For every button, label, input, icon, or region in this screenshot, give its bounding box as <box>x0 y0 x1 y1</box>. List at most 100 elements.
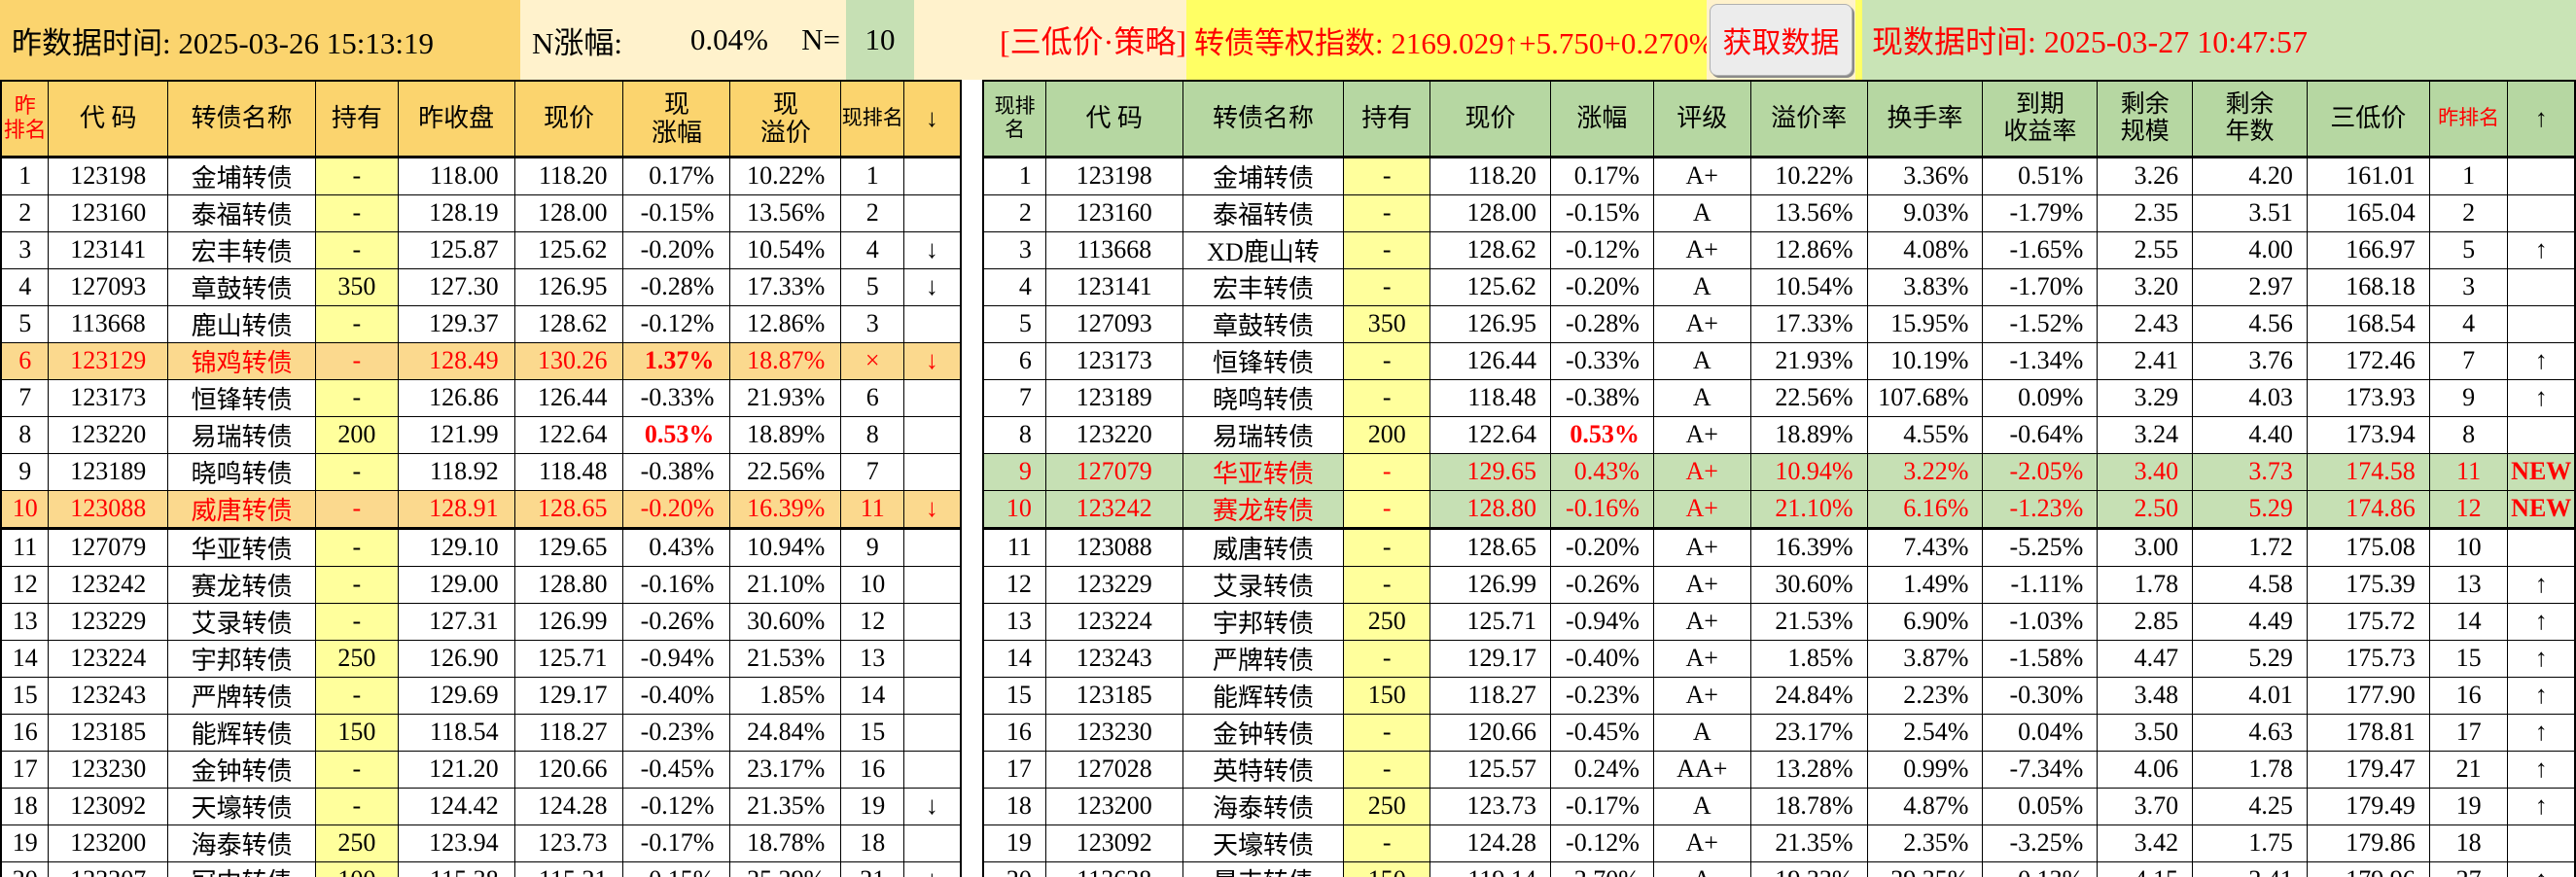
cell-rating[interactable]: A <box>1652 193 1751 232</box>
cell-prev-close[interactable]: 129.69 <box>397 676 515 715</box>
cell-current-change[interactable]: -0.15% <box>622 860 731 877</box>
cell-remaining-years[interactable]: 3.76 <box>2192 341 2308 380</box>
cell-holding[interactable]: - <box>1343 824 1431 862</box>
cell-current-rank[interactable]: 19 <box>982 824 1046 862</box>
cell-current-price[interactable]: 126.44 <box>513 378 624 417</box>
cell-yesterday-rank[interactable]: 2 <box>2428 193 2509 232</box>
cell-yesterday-rank[interactable]: 15 <box>2428 639 2509 678</box>
cell-rank-change-arrow[interactable] <box>2507 415 2576 454</box>
cell-holding[interactable]: - <box>1343 713 1431 752</box>
cell-rank-change-arrow[interactable] <box>903 639 962 678</box>
cell-rating[interactable]: A+ <box>1652 304 1751 343</box>
cell-rank-change-arrow[interactable] <box>903 676 962 715</box>
cell-current-price[interactable]: 126.95 <box>1429 304 1551 343</box>
cell-current-rank[interactable]: × <box>840 341 905 380</box>
cell-code[interactable]: 123160 <box>1044 193 1183 232</box>
cell-bond-name[interactable]: 宏丰转债 <box>167 230 316 269</box>
cell-prev-close[interactable]: 118.54 <box>397 713 515 752</box>
cell-remaining-years[interactable]: 4.40 <box>2192 415 2308 454</box>
cell-holding[interactable]: - <box>1343 489 1431 530</box>
cell-bond-name[interactable]: 天壕转债 <box>1182 824 1345 862</box>
cell-holding[interactable]: - <box>1343 341 1431 380</box>
cell-holding[interactable]: 200 <box>314 415 399 454</box>
cell-yesterday-rank[interactable]: 19 <box>2428 787 2509 825</box>
cell-yesterday-rank[interactable]: 10 <box>0 489 50 530</box>
cell-rating[interactable]: A+ <box>1652 565 1751 604</box>
cell-current-change[interactable]: -0.23% <box>622 713 731 752</box>
cell-current-change[interactable]: 0.53% <box>622 415 731 454</box>
cell-current-premium[interactable]: 24.84% <box>729 713 842 752</box>
cell-turnover-rate[interactable]: 3.83% <box>1866 267 1984 306</box>
cell-bond-name[interactable]: 赛龙转债 <box>167 565 316 604</box>
cell-change[interactable]: -0.12% <box>1549 824 1654 862</box>
cell-bond-name[interactable]: 严牌转债 <box>1182 639 1345 678</box>
cell-remaining-years[interactable]: 4.00 <box>2192 230 2308 269</box>
cell-three-low-price[interactable]: 168.54 <box>2306 304 2430 343</box>
cell-code[interactable]: 123229 <box>48 602 169 641</box>
cell-premium-rate[interactable]: 10.54% <box>1749 267 1868 306</box>
cell-current-price[interactable]: 124.28 <box>513 787 624 825</box>
cell-current-price[interactable]: 118.48 <box>513 452 624 491</box>
cell-ytm[interactable]: -1.11% <box>1982 565 2099 604</box>
cell-turnover-rate[interactable]: 4.55% <box>1866 415 1984 454</box>
cell-bond-name[interactable]: 海泰转债 <box>167 824 316 862</box>
cell-ytm[interactable]: -1.70% <box>1982 267 2099 306</box>
cell-premium-rate[interactable]: 30.60% <box>1749 565 1868 604</box>
cell-current-rank[interactable]: 8 <box>840 415 905 454</box>
cell-current-rank[interactable]: 8 <box>982 415 1046 454</box>
cell-bond-name[interactable]: 锦鸡转债 <box>167 341 316 380</box>
cell-yesterday-rank[interactable]: 11 <box>0 527 50 567</box>
cell-ytm[interactable]: 0.13% <box>1982 860 2099 877</box>
cell-code[interactable]: 127093 <box>48 267 169 306</box>
cell-current-rank[interactable]: 6 <box>982 341 1046 380</box>
cell-change[interactable]: -0.17% <box>1549 787 1654 825</box>
cell-premium-rate[interactable]: 19.33% <box>1749 860 1868 877</box>
cell-code[interactable]: 123200 <box>1044 787 1183 825</box>
cell-bond-name[interactable]: 宇邦转债 <box>167 639 316 678</box>
cell-current-rank[interactable]: 7 <box>840 452 905 491</box>
cell-rank-change-arrow[interactable] <box>2507 304 2576 343</box>
cell-rating[interactable]: A+ <box>1652 676 1751 715</box>
cell-premium-rate[interactable]: 13.28% <box>1749 750 1868 789</box>
cell-premium-rate[interactable]: 23.17% <box>1749 713 1868 752</box>
cell-rating[interactable]: A+ <box>1652 230 1751 269</box>
cell-remaining-years[interactable]: 4.63 <box>2192 713 2308 752</box>
cell-rank-change-arrow[interactable] <box>2507 267 2576 306</box>
cell-rank-change-arrow[interactable]: ↑ <box>2507 602 2576 641</box>
cell-bond-name[interactable]: 严牌转债 <box>167 676 316 715</box>
cell-turnover-rate[interactable]: 2.35% <box>1866 824 1984 862</box>
cell-remaining-size[interactable]: 3.50 <box>2097 713 2194 752</box>
cell-current-rank[interactable]: 4 <box>840 230 905 269</box>
cell-change[interactable]: 0.43% <box>1549 452 1654 491</box>
cell-current-price[interactable]: 123.73 <box>1429 787 1551 825</box>
cell-current-rank[interactable]: 10 <box>982 489 1046 530</box>
cell-prev-close[interactable]: 118.92 <box>397 452 515 491</box>
cell-change[interactable]: -0.26% <box>1549 565 1654 604</box>
cell-rank-change-arrow[interactable] <box>903 415 962 454</box>
cell-change[interactable]: 0.53% <box>1549 415 1654 454</box>
cell-prev-close[interactable]: 118.00 <box>397 156 515 195</box>
cell-current-rank[interactable]: 7 <box>982 378 1046 417</box>
cell-current-price[interactable]: 128.62 <box>1429 230 1551 269</box>
cell-rating[interactable]: A+ <box>1652 527 1751 567</box>
cell-current-price[interactable]: 125.57 <box>1429 750 1551 789</box>
cell-yesterday-rank[interactable]: 4 <box>0 267 50 306</box>
cell-current-change[interactable]: -0.20% <box>622 230 731 269</box>
cell-remaining-size[interactable]: 3.20 <box>2097 267 2194 306</box>
cell-rank-change-arrow[interactable] <box>903 565 962 604</box>
cell-rating[interactable]: AA+ <box>1652 750 1751 789</box>
cell-current-rank[interactable]: 1 <box>982 156 1046 195</box>
cell-current-price[interactable]: 129.65 <box>513 527 624 567</box>
cell-yesterday-rank[interactable]: 14 <box>2428 602 2509 641</box>
cell-rank-change-arrow[interactable] <box>903 304 962 343</box>
cell-remaining-size[interactable]: 2.85 <box>2097 602 2194 641</box>
cell-three-low-price[interactable]: 179.49 <box>2306 787 2430 825</box>
cell-bond-name[interactable]: 泰福转债 <box>1182 193 1345 232</box>
cell-current-change[interactable]: -0.40% <box>622 676 731 715</box>
cell-yesterday-rank[interactable]: 12 <box>2428 489 2509 530</box>
cell-current-price[interactable]: 115.21 <box>513 860 624 877</box>
cell-premium-rate[interactable]: 24.84% <box>1749 676 1868 715</box>
cell-current-price[interactable]: 128.65 <box>513 489 624 530</box>
cell-bond-name[interactable]: 能辉转债 <box>1182 676 1345 715</box>
cell-rating[interactable]: A <box>1652 713 1751 752</box>
